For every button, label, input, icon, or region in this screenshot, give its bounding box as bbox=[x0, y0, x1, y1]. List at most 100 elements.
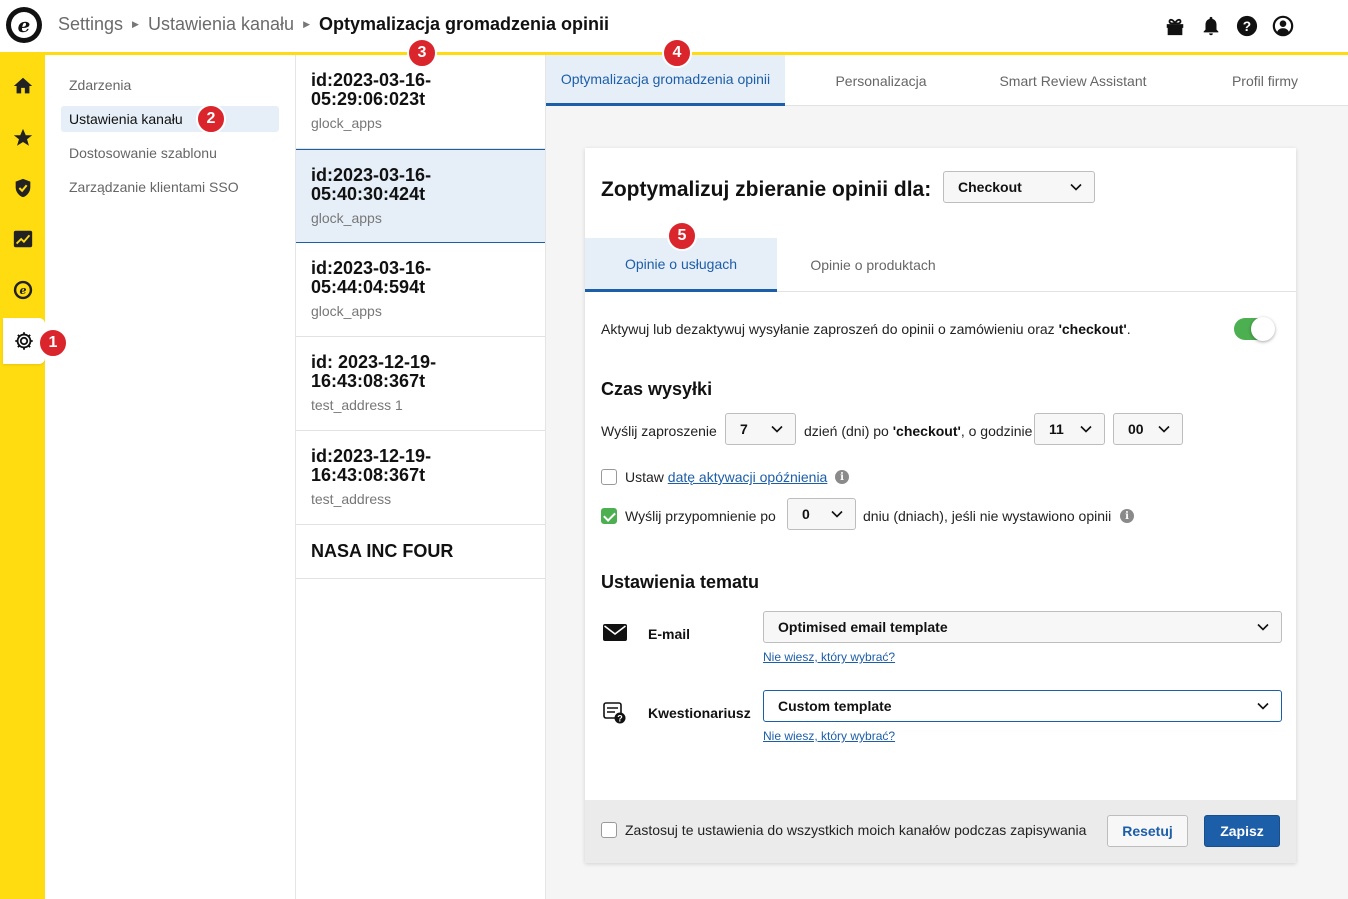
theme-heading: Ustawienia tematu bbox=[601, 572, 760, 592]
left-rail: e bbox=[0, 55, 45, 899]
subnav-item-template-customization[interactable]: Dostosowanie szablonu bbox=[61, 140, 279, 166]
annotation-badge: 2 bbox=[196, 104, 226, 134]
channel-subtitle: test_address 1 bbox=[311, 397, 403, 413]
send-hour-select[interactable]: 11 bbox=[1034, 413, 1105, 445]
send-mid-label: dzień (dni) po 'checkout', o godzinie bbox=[804, 423, 1033, 439]
event-select[interactable]: Checkout bbox=[943, 171, 1095, 203]
reminder-suffix: dniu (dniach), jeśli nie wystawiono opin… bbox=[863, 508, 1112, 524]
chevron-down-icon bbox=[831, 510, 843, 518]
subnav-item-channel-settings[interactable]: Ustawienia kanału bbox=[61, 106, 279, 132]
channel-item[interactable]: id:2023-03-16-05:29:06:023t glock_apps bbox=[296, 55, 545, 149]
tab-personalization[interactable]: Personalizacja bbox=[785, 55, 977, 106]
channel-item[interactable]: id:2023-03-16-05:40:30:424t glock_apps bbox=[296, 149, 545, 243]
breadcrumb-separator-icon: ▶ bbox=[303, 19, 310, 29]
channel-title: id:2023-03-16-05:40:30:424t bbox=[311, 165, 432, 204]
annotation-badge: 1 bbox=[38, 328, 68, 358]
send-days-select[interactable]: 7 bbox=[725, 413, 796, 445]
star-icon bbox=[13, 128, 32, 146]
send-minute-select[interactable]: 00 bbox=[1113, 413, 1183, 445]
channel-title: id:2023-03-16-05:44:04:594t bbox=[311, 258, 432, 297]
settings-subnav: Zdarzenia Ustawienia kanału Dostosowanie… bbox=[45, 55, 296, 899]
delay-label: Ustaw datę aktywacji opóźnienia bbox=[625, 469, 828, 485]
chevron-down-icon bbox=[1257, 702, 1269, 710]
info-icon[interactable]: i bbox=[835, 470, 849, 484]
rail-reviews[interactable] bbox=[0, 115, 45, 161]
channel-item[interactable]: NASA INC FOUR bbox=[296, 525, 545, 579]
email-template-select[interactable]: Optimised email template bbox=[763, 611, 1282, 643]
email-help-link[interactable]: Nie wiesz, który wybrać? bbox=[763, 650, 895, 664]
channel-item[interactable]: id: 2023-12-19-16:43:08:367t test_addres… bbox=[296, 337, 545, 431]
channel-subtitle: glock_apps bbox=[311, 210, 382, 226]
channel-item[interactable]: id:2023-03-16-05:44:04:594t glock_apps bbox=[296, 243, 545, 337]
apply-all-label: Zastosuj te ustawienia do wszystkich moi… bbox=[625, 822, 1087, 838]
reminder-label: Wyślij przypomnienie po bbox=[625, 508, 776, 524]
tab-company-profile[interactable]: Profil firmy bbox=[1169, 55, 1348, 106]
activation-toggle[interactable] bbox=[1234, 317, 1275, 341]
questionnaire-help-link[interactable]: Nie wiesz, który wybrać? bbox=[763, 729, 895, 743]
breadcrumb-current: Optymalizacja gromadzenia opinii bbox=[318, 14, 610, 34]
tab-product-reviews[interactable]: Opinie o produktach bbox=[777, 238, 969, 292]
email-label: E-mail bbox=[648, 626, 691, 642]
gift-icon[interactable] bbox=[1164, 15, 1186, 37]
rail-protection[interactable] bbox=[0, 165, 45, 211]
apply-all-checkbox[interactable] bbox=[601, 822, 617, 838]
questionnaire-label: Kwestionariusz bbox=[648, 705, 751, 721]
shield-icon bbox=[15, 178, 30, 198]
breadcrumb: Settings ▶ Ustawienia kanału ▶ Optymaliz… bbox=[58, 14, 609, 35]
reminder-days-select[interactable]: 0 bbox=[787, 498, 856, 530]
chevron-down-icon bbox=[1158, 425, 1170, 433]
header-icons: ? bbox=[1164, 15, 1294, 37]
channel-title: id: 2023-12-19-16:43:08:367t bbox=[311, 352, 437, 391]
svg-text:e: e bbox=[19, 284, 26, 297]
rail-analytics[interactable] bbox=[0, 216, 45, 262]
svg-text:?: ? bbox=[617, 714, 623, 724]
questionnaire-template-value: Custom template bbox=[778, 698, 892, 714]
user-icon[interactable] bbox=[1272, 15, 1294, 37]
envelope-icon bbox=[603, 624, 627, 641]
email-template-value: Optimised email template bbox=[778, 619, 948, 635]
breadcrumb-channel-settings[interactable]: Ustawienia kanału bbox=[148, 14, 294, 35]
channel-item[interactable]: id:2023-12-19-16:43:08:367t test_address bbox=[296, 431, 545, 525]
annotation-badge: 3 bbox=[407, 38, 437, 68]
card-footer: Zastosuj te ustawienia do wszystkich moi… bbox=[585, 800, 1296, 863]
channel-title: NASA INC FOUR bbox=[311, 541, 454, 561]
channel-subtitle: glock_apps bbox=[311, 303, 382, 319]
send-time-heading: Czas wysyłki bbox=[601, 379, 713, 399]
chevron-down-icon bbox=[1070, 183, 1082, 191]
send-prefix-label: Wyślij zaproszenie bbox=[601, 423, 717, 439]
settings-card: Zoptymalizuj zbieranie opinii dla: Check… bbox=[585, 148, 1296, 863]
delay-checkbox[interactable] bbox=[601, 469, 617, 485]
send-hour-value: 11 bbox=[1049, 421, 1064, 437]
questionnaire-template-select[interactable]: Custom template bbox=[763, 690, 1282, 722]
channel-list: id:2023-03-16-05:29:06:023t glock_apps i… bbox=[296, 55, 546, 899]
info-icon[interactable]: i bbox=[1120, 509, 1134, 523]
chevron-down-icon bbox=[771, 425, 783, 433]
channel-title: id:2023-12-19-16:43:08:367t bbox=[311, 446, 432, 485]
rail-home[interactable] bbox=[0, 63, 45, 109]
help-icon[interactable]: ? bbox=[1236, 15, 1258, 37]
gear-icon bbox=[15, 332, 33, 350]
tab-smart-review-assistant[interactable]: Smart Review Assistant bbox=[977, 55, 1169, 106]
subnav-item-sso-clients[interactable]: Zarządzanie klientami SSO bbox=[61, 174, 279, 200]
channel-subtitle: glock_apps bbox=[311, 115, 382, 131]
breadcrumb-settings[interactable]: Settings bbox=[58, 14, 123, 35]
rail-trustedshops[interactable]: e bbox=[0, 267, 45, 313]
subnav-item-events[interactable]: Zdarzenia bbox=[61, 72, 279, 98]
home-icon bbox=[13, 77, 32, 94]
channel-title: id:2023-03-16-05:29:06:023t bbox=[311, 70, 432, 109]
main-content: Optymalizacja gromadzenia opinii Persona… bbox=[546, 55, 1348, 899]
trustedshops-logo[interactable]: e bbox=[6, 7, 42, 43]
save-button[interactable]: Zapisz bbox=[1204, 815, 1280, 847]
reminder-days-value: 0 bbox=[802, 506, 810, 522]
chevron-down-icon bbox=[1257, 623, 1269, 631]
reminder-checkbox[interactable] bbox=[601, 508, 617, 524]
annotation-badge: 4 bbox=[662, 38, 692, 68]
chevron-down-icon bbox=[1080, 425, 1092, 433]
send-minute-value: 00 bbox=[1128, 421, 1144, 437]
reset-button[interactable]: Resetuj bbox=[1107, 815, 1188, 847]
annotation-badge: 5 bbox=[667, 221, 697, 251]
svg-text:?: ? bbox=[1243, 19, 1251, 34]
bell-icon[interactable] bbox=[1200, 15, 1222, 37]
channel-subtitle: test_address bbox=[311, 491, 392, 507]
delay-activation-link[interactable]: datę aktywacji opóźnienia bbox=[668, 469, 828, 485]
